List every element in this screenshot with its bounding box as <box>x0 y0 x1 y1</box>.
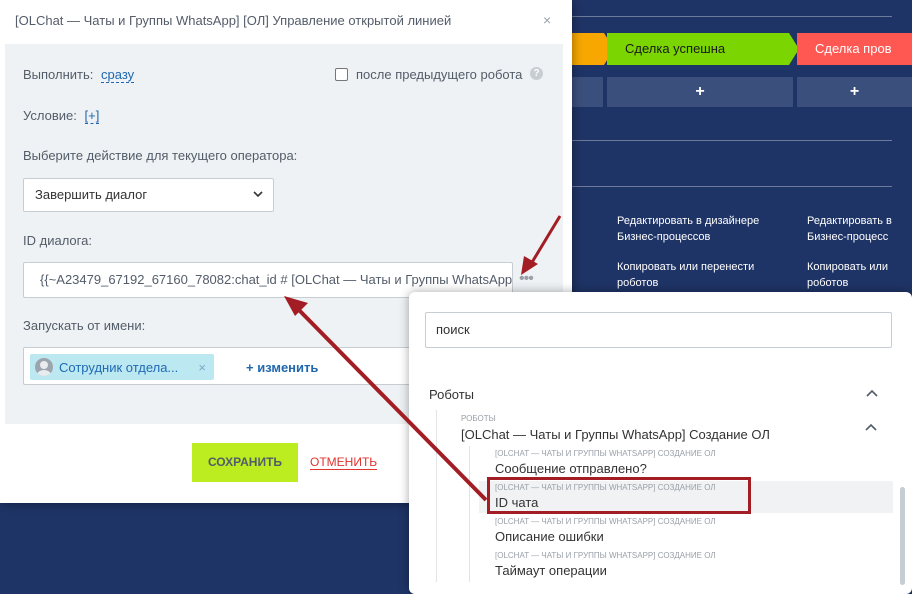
change-user-link[interactable]: + изменить <box>246 360 318 375</box>
item-label[interactable]: Сообщение отправлено? <box>495 461 647 476</box>
tree-line <box>469 446 470 582</box>
copy-robots-link[interactable]: Копировать или роботов <box>807 259 888 291</box>
item-label[interactable]: Описание ошибки <box>495 529 604 544</box>
execute-timing-link[interactable]: сразу <box>101 67 135 83</box>
edit-in-designer-link[interactable]: Редактировать в дизайнере Бизнес-процессо… <box>617 213 759 245</box>
insert-value-popup: поиск Роботы РОБОТЫ [OLChat — Чаты и Гру… <box>409 292 912 594</box>
divider <box>572 140 892 141</box>
item-source: [OLCHAT — ЧАТЫ И ГРУППЫ WHATSAPP] СОЗДАН… <box>495 449 716 458</box>
stage-deal-success: Сделка успешна <box>607 33 799 65</box>
after-previous-checkbox[interactable] <box>335 68 348 81</box>
after-previous-label: после предыдущего робота <box>356 67 523 82</box>
tree-line <box>436 410 437 582</box>
action-select[interactable]: Завершить диалог <box>23 178 274 212</box>
chevron-up-icon[interactable] <box>866 389 878 397</box>
avatar-icon <box>35 358 53 376</box>
stage-deal-failed: Сделка пров <box>797 33 912 65</box>
robots-section-title[interactable]: Роботы <box>429 387 474 402</box>
divider <box>572 186 892 187</box>
cancel-button[interactable]: ОТМЕНИТЬ <box>310 455 378 470</box>
run-as-user-field[interactable]: Сотрудник отдела... × + изменить <box>23 347 443 385</box>
group-category: РОБОТЫ <box>461 414 496 423</box>
user-chip[interactable]: Сотрудник отдела... × <box>30 354 214 380</box>
help-icon[interactable]: ? <box>530 67 543 80</box>
condition-label: Условие: <box>23 108 77 123</box>
run-as-label: Запускать от имени: <box>23 318 146 333</box>
remove-user-icon[interactable]: × <box>198 360 206 375</box>
add-robot-cell[interactable] <box>572 77 603 107</box>
add-condition-link[interactable]: [+] <box>84 108 100 124</box>
user-chip-name: Сотрудник отдела... <box>59 359 179 375</box>
edit-in-designer-link[interactable]: Редактировать в Бизнес-процесс <box>807 213 892 245</box>
action-select-value: Завершить диалог <box>35 187 148 202</box>
execute-row: Выполнить: сразу <box>23 67 135 83</box>
item-label[interactable]: Таймаут операции <box>495 563 607 578</box>
save-button[interactable]: СОХРАНИТЬ <box>192 443 298 482</box>
search-input[interactable]: поиск <box>425 312 892 348</box>
dialog-title: [OLChat — Чаты и Группы WhatsApp] [ОЛ] У… <box>15 13 452 28</box>
dialog-id-label: ID диалога: <box>23 233 92 248</box>
close-icon[interactable]: × <box>543 12 551 28</box>
add-robot-button[interactable]: + <box>607 77 793 107</box>
item-source: [OLCHAT — ЧАТЫ И ГРУППЫ WHATSAPP] СОЗДАН… <box>495 517 716 526</box>
group-title[interactable]: [OLChat — Чаты и Группы WhatsApp] Создан… <box>461 427 770 442</box>
item-source: [OLCHAT — ЧАТЫ И ГРУППЫ WHATSAPP] СОЗДАН… <box>495 551 716 560</box>
execute-label: Выполнить: <box>23 67 94 82</box>
annotation-highlight-box <box>487 477 751 514</box>
chevron-down-icon <box>253 191 263 198</box>
copy-robots-link[interactable]: Копировать или перенести роботов <box>617 259 754 291</box>
condition-row: Условие: [+] <box>23 108 100 124</box>
scrollbar[interactable] <box>900 487 905 585</box>
insert-value-dots-icon[interactable]: ••• <box>519 271 534 287</box>
divider <box>572 16 892 17</box>
stage-previous <box>572 33 614 65</box>
after-previous-robot-option[interactable]: после предыдущего робота <box>335 67 522 82</box>
chevron-up-icon[interactable] <box>865 423 877 431</box>
add-robot-button[interactable]: + <box>797 77 912 107</box>
action-label: Выберите действие для текущего оператора… <box>23 148 298 163</box>
